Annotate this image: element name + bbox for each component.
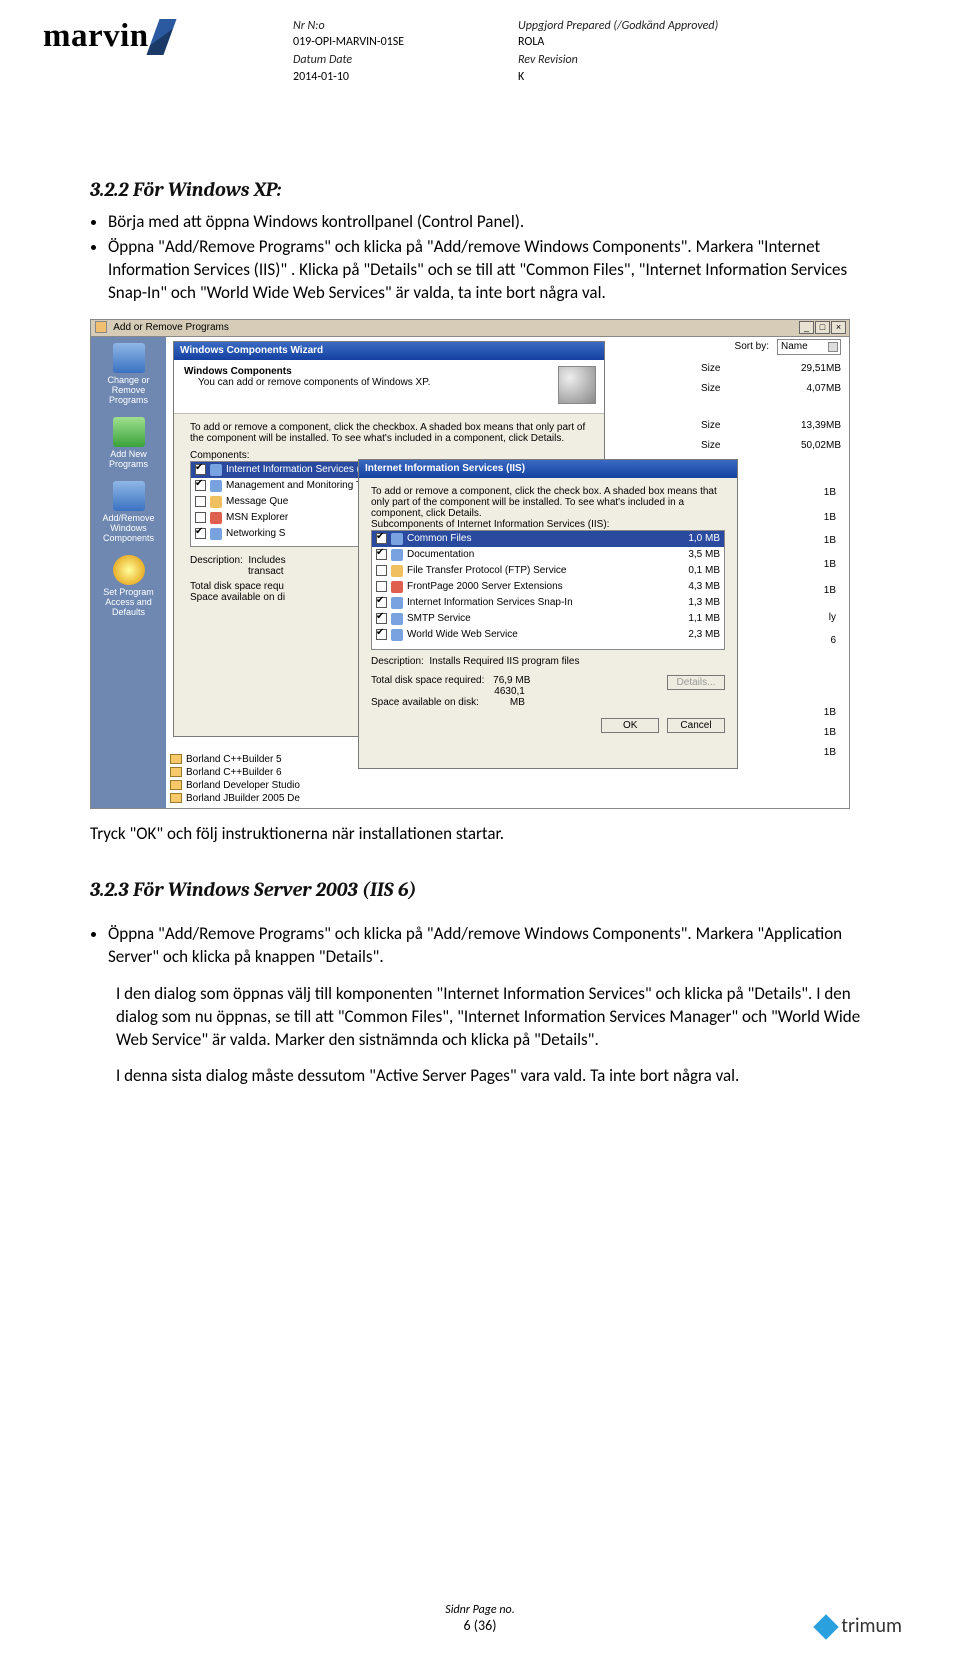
sort-by-dropdown[interactable]: Name: [777, 339, 841, 355]
wizard-titlebar[interactable]: Windows Components Wizard: [174, 342, 604, 360]
maximize-button[interactable]: □: [815, 321, 830, 334]
arp-icon: [95, 321, 107, 333]
sub-documentation[interactable]: Documentation3,5 MB: [372, 547, 724, 563]
arp-titlebar[interactable]: Add or Remove Programs _ □ ×: [90, 319, 850, 337]
bullet-1: Börja med att öppna Windows kontrollpane…: [108, 211, 870, 234]
sub-frontpage[interactable]: FrontPage 2000 Server Extensions4,3 MB: [372, 579, 724, 595]
diamond-icon: [814, 1614, 839, 1639]
sidebar-change-remove[interactable]: Change orRemovePrograms: [91, 337, 166, 411]
sidebar-set-program-access[interactable]: Set ProgramAccess andDefaults: [91, 549, 166, 623]
wizard-subheading: You can add or remove components of Wind…: [198, 377, 594, 388]
subcomponents-label: Subcomponents of Internet Information Se…: [371, 519, 725, 530]
iis-description-label: Description:: [371, 656, 424, 667]
date-value: 2014-01-10: [293, 69, 404, 85]
chevron-down-icon: [828, 342, 838, 352]
list-item[interactable]: Borland Developer Studio: [170, 780, 841, 791]
section-3-2-3-bullet: Öppna "Add/Remove Programs" och klicka p…: [108, 923, 870, 969]
rev-value: K: [518, 69, 718, 85]
prepared-label: Uppgjord Prepared (/Godkänd Approved): [518, 18, 718, 34]
program-size-list: Size29,51MB Size4,07MB Size13,39MB Size5…: [701, 363, 841, 460]
sub-common-files[interactable]: Common Files1,0 MB: [372, 531, 724, 547]
cancel-button[interactable]: Cancel: [667, 718, 725, 733]
arp-title-text: Add or Remove Programs: [113, 322, 229, 333]
sub-smtp[interactable]: SMTP Service1,1 MB: [372, 611, 724, 627]
section-3-2-3-p1: I den dialog som öppnas välj till kompon…: [116, 983, 870, 1052]
section-3-2-2-after: Tryck "OK" och följ instruktionerna när …: [90, 823, 870, 844]
wizard-note: To add or remove a component, click the …: [190, 422, 588, 444]
nr-value: 019-OPI-MARVIN-01SE: [293, 34, 404, 50]
sidebar-add-remove-components[interactable]: Add/RemoveWindowsComponents: [91, 475, 166, 549]
iis-titlebar[interactable]: Internet Information Services (IIS): [359, 460, 737, 478]
section-3-2-2-list: Börja med att öppna Windows kontrollpane…: [108, 211, 870, 305]
subcomponents-list[interactable]: Common Files1,0 MB Documentation3,5 MB F…: [371, 530, 725, 650]
details-button: Details...: [667, 675, 725, 690]
sidebar-add-new[interactable]: Add NewPrograms: [91, 411, 166, 475]
minimize-button[interactable]: _: [799, 321, 814, 334]
rev-label: Rev Revision: [518, 52, 718, 68]
wizard-heading: Windows Components: [184, 366, 594, 377]
sort-by-label: Sort by:: [735, 341, 769, 352]
bullet-2: Öppna "Add/Remove Programs" och klicka p…: [108, 236, 870, 305]
ok-button[interactable]: OK: [601, 718, 659, 733]
nr-label: Nr N:o: [293, 18, 404, 34]
close-button[interactable]: ×: [831, 321, 846, 334]
sub-snapin[interactable]: Internet Information Services Snap-In1,3…: [372, 595, 724, 611]
iis-note: To add or remove a component, click the …: [371, 486, 725, 519]
trimum-logo: trimum: [817, 1614, 902, 1638]
iis-details-dialog: Internet Information Services (IIS) To a…: [358, 459, 738, 769]
arp-sidebar: Change orRemovePrograms Add NewPrograms …: [91, 337, 166, 808]
list-item[interactable]: Borland JBuilder 2005 De: [170, 793, 841, 804]
page-no-label: Sidnr Page no.: [0, 1603, 960, 1617]
prepared-value: ROLA: [518, 34, 718, 50]
description-label: Description:: [190, 555, 243, 566]
screenshot-add-remove-programs: Add or Remove Programs _ □ × Change orRe…: [90, 319, 850, 809]
date-label: Datum Date: [293, 52, 404, 68]
sub-www[interactable]: World Wide Web Service2,3 MB: [372, 627, 724, 643]
section-3-2-2-title: 3.2.2 För Windows XP:: [90, 178, 870, 201]
marvin-logo: marvin: [43, 18, 170, 55]
section-3-2-3-title: 3.2.3 För Windows Server 2003 (IIS 6): [90, 878, 870, 901]
section-3-2-3-p2: I denna sista dialog måste dessutom "Act…: [116, 1065, 870, 1088]
cd-icon: [558, 366, 596, 404]
sub-ftp[interactable]: File Transfer Protocol (FTP) Service0,1 …: [372, 563, 724, 579]
